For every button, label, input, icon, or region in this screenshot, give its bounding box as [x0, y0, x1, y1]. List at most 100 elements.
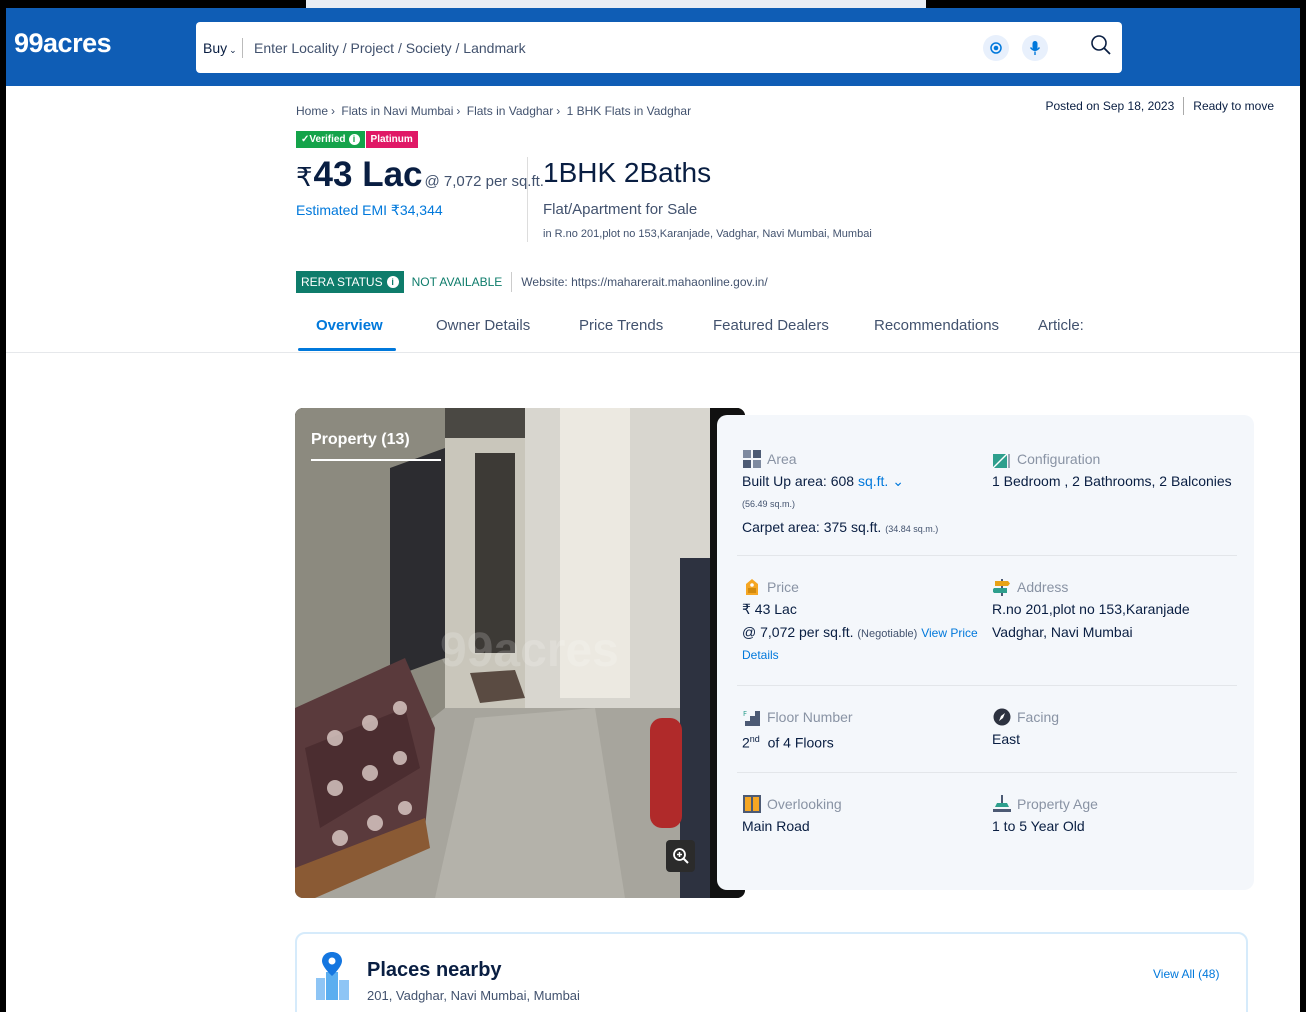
overlooking-label: Overlooking [767, 796, 842, 812]
area-label: Area [767, 451, 797, 467]
configuration-detail: Configuration 1 Bedroom , 2 Bathrooms, 2… [992, 449, 1242, 495]
compass-icon [992, 707, 1012, 727]
view-price-details-link-2[interactable]: Details [742, 648, 987, 662]
area-unit: sq.ft. [857, 473, 889, 489]
property-age-value: 1 to 5 Year Old [992, 818, 1085, 834]
tab-articles[interactable]: Article: [1038, 317, 1084, 334]
floor-suffix: nd [749, 734, 760, 744]
rera-info: RERA STATUS i NOT AVAILABLE Website: http… [296, 271, 768, 293]
buy-dropdown-label: Buy [203, 40, 228, 56]
breadcrumb-vadghar[interactable]: Flats in Vadghar [467, 104, 554, 118]
property-address: in R.no 201,plot no 153,Karanjade, Vadgh… [543, 228, 872, 240]
breadcrumb-home[interactable]: Home [296, 104, 328, 118]
tab-featured-dealers[interactable]: Featured Dealers [713, 317, 829, 334]
verified-label: Verified [309, 134, 346, 145]
location-target-icon [990, 42, 1002, 54]
overlooking-detail: Overlooking Main Road [742, 794, 982, 840]
buy-dropdown[interactable]: Buy ⌄ [203, 40, 237, 56]
divider [527, 157, 528, 242]
zoom-in-icon [672, 848, 689, 864]
area-detail: Area Built Up area: 608 sq.ft. ⌄ (56.49 … [742, 449, 982, 543]
builtup-area: Built Up area: 608 [742, 473, 855, 489]
floor-icon: F [742, 707, 762, 727]
divider [6, 352, 1300, 353]
search-bar: Buy ⌄ [196, 22, 1122, 73]
site-header: 99acres Buy ⌄ [6, 8, 1300, 86]
possession-status: Ready to move [1193, 99, 1274, 113]
breadcrumb-navi-mumbai[interactable]: Flats in Navi Mumbai [341, 104, 453, 118]
site-logo[interactable]: 99acres [14, 28, 112, 59]
price-value: ₹ 43 Lac [742, 601, 797, 617]
search-input[interactable] [254, 33, 954, 63]
rera-status-badge[interactable]: RERA STATUS i [296, 271, 404, 293]
zoom-button[interactable] [666, 840, 695, 872]
area-unit-dropdown[interactable]: sq.ft. ⌄ [858, 473, 904, 489]
address-line1: R.no 201,plot no 153,Karanjade [992, 601, 1190, 617]
price-per-sqft-detail: @ 7,072 per sq.ft. [742, 624, 854, 640]
property-age-detail: Property Age 1 to 5 Year Old [992, 794, 1242, 840]
floor-number: 2 [742, 734, 750, 751]
view-all-places-link[interactable]: View All (48) [1153, 967, 1219, 981]
floor-detail: F Floor Number 2nd of 4 Floors [742, 707, 982, 757]
building-age-icon [992, 794, 1012, 814]
carpet-area-sqm: (34.84 sq.m.) [885, 524, 939, 534]
property-photo[interactable]: 99acres Property (13) [295, 408, 745, 898]
search-button[interactable] [1090, 34, 1116, 60]
active-tab-indicator [298, 348, 396, 351]
platinum-badge: Platinum [365, 131, 418, 148]
price: ₹ 43 Lac @ 7,072 per sq.ft. [296, 155, 544, 195]
tab-price-trends[interactable]: Price Trends [579, 317, 663, 334]
places-nearby-address: 201, Vadghar, Navi Mumbai, Mumbai [367, 988, 580, 1003]
builtup-area-sqm: (56.49 sq.m.) [742, 499, 796, 509]
photo-watermark: 99acres [440, 624, 619, 677]
rera-status-label: RERA STATUS [301, 275, 383, 289]
area-icon [742, 449, 762, 469]
configuration-value: 1 Bedroom , 2 Bathrooms, 2 Balconies [992, 473, 1232, 489]
locate-me-button[interactable] [983, 35, 1009, 61]
total-floors: of 4 Floors [767, 734, 834, 751]
search-icon [1091, 35, 1111, 55]
divider [737, 685, 1237, 686]
facing-value: East [992, 731, 1021, 747]
chevron-down-icon: ⌄ [229, 45, 237, 55]
address-label: Address [1017, 579, 1069, 595]
config-block: 1BHK 2Baths Flat/Apartment for Sale in R… [543, 157, 872, 240]
facing-detail: Facing East [992, 707, 1242, 753]
tab-owner-details[interactable]: Owner Details [436, 317, 530, 334]
rupee-symbol: ₹ [296, 162, 313, 192]
listing-badges: ✓ Verified i Platinum [296, 131, 418, 148]
config-title: 1BHK 2Baths [543, 157, 712, 188]
view-price-details-link[interactable]: View Price [921, 626, 977, 640]
photo-label-underline [311, 459, 441, 461]
photo-gallery-label[interactable]: Property (13) [311, 431, 410, 449]
signpost-icon [992, 577, 1012, 597]
divider [242, 38, 243, 58]
verified-badge[interactable]: ✓ Verified i [296, 131, 365, 148]
divider [737, 555, 1237, 556]
posting-info: Posted on Sep 18, 2023 Ready to move [1045, 97, 1274, 115]
checkmark-icon: ✓ [301, 134, 310, 145]
estimated-emi-link[interactable]: Estimated EMI ₹34,344 [296, 202, 544, 219]
overlooking-value: Main Road [742, 818, 810, 834]
tab-overview[interactable]: Overview [316, 317, 383, 334]
microphone-icon [1029, 41, 1041, 55]
price-tag-icon [742, 577, 762, 597]
voice-search-button[interactable] [1022, 35, 1048, 61]
info-icon: i [348, 134, 360, 145]
configuration-label: Configuration [1017, 451, 1101, 467]
city-map-pin-icon [314, 950, 354, 1005]
facing-label: Facing [1017, 709, 1060, 725]
places-nearby-section: Places nearby 201, Vadghar, Navi Mumbai,… [295, 932, 1248, 1012]
posted-date: Posted on Sep 18, 2023 [1045, 99, 1175, 113]
price-block: ₹ 43 Lac @ 7,072 per sq.ft. Estimated EM… [296, 155, 544, 219]
price-amount: 43 Lac [313, 155, 423, 194]
tab-recommendations[interactable]: Recommendations [874, 317, 999, 334]
property-details-card: Area Built Up area: 608 sq.ft. ⌄ (56.49 … [717, 415, 1254, 890]
floor-label: Floor Number [767, 709, 853, 725]
window-frame [6, 0, 1306, 8]
info-icon: i [386, 276, 399, 288]
price-label: Price [767, 579, 799, 595]
configuration-icon [992, 449, 1012, 469]
divider [737, 772, 1237, 773]
address-line2: Vadghar, Navi Mumbai [992, 624, 1133, 640]
